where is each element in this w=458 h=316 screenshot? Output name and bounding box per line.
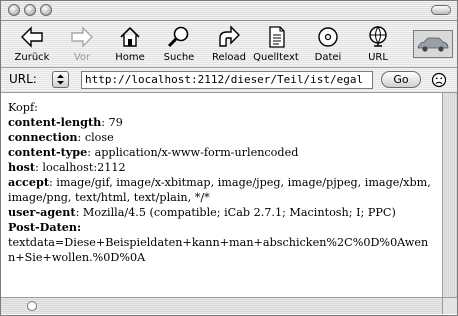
arrow-right-icon [71, 26, 93, 48]
close-window-button[interactable] [8, 4, 20, 16]
header-value: : close [77, 131, 114, 144]
go-button[interactable]: Go [381, 71, 421, 88]
url-input[interactable]: http://localhost:2112/dieser/Teil/ist/eg… [81, 71, 373, 89]
reload-icon [219, 25, 240, 47]
car-logo-icon [417, 37, 449, 52]
header-line: content-type: application/x-www-form-url… [8, 145, 434, 160]
search-button[interactable]: Suche [154, 24, 204, 66]
page-content: Kopf: content-length: 79 connection: clo… [1, 93, 442, 297]
title-bar [1, 1, 457, 21]
intro-text: Kopf: [8, 101, 38, 114]
toolbar-toggle-button[interactable] [431, 5, 451, 15]
url-button-label: URL [368, 52, 388, 63]
header-value: : image/gif, image/x-xbitmap, image/jpeg… [8, 176, 431, 204]
source-button-label: Quelltext [253, 52, 299, 63]
header-value: : Mozilla/4.5 (compatible; iCab 2.7.1; M… [75, 206, 396, 219]
browser-window: Zurück Vor Home Suche Reload Quelltext D… [0, 0, 458, 316]
header-line: accept: image/gif, image/x-xbitmap, imag… [8, 175, 434, 205]
scroll-thumb[interactable] [27, 301, 37, 311]
search-icon [167, 26, 189, 48]
source-button[interactable]: Quelltext [251, 24, 301, 66]
header-key: user-agent [8, 205, 76, 219]
horizontal-scrollbar[interactable] [1, 297, 442, 314]
header-key: connection [8, 130, 78, 144]
post-data-label: Post-Daten: [8, 220, 82, 234]
header-value: : application/x-www-form-urlencoded [87, 146, 299, 159]
resize-handle[interactable] [442, 297, 457, 314]
source-icon [269, 26, 285, 48]
updown-arrows-icon [57, 74, 64, 85]
vertical-scrollbar[interactable] [442, 93, 457, 297]
url-label: URL: [9, 72, 37, 86]
reload-button[interactable]: Reload [204, 24, 254, 66]
header-line: connection: close [8, 130, 434, 145]
back-button-label: Zurück [14, 52, 50, 63]
search-button-label: Suche [163, 52, 195, 63]
minimize-window-button[interactable] [24, 4, 36, 16]
home-button-label: Home [115, 52, 145, 63]
globe-icon [369, 26, 387, 47]
header-value: : localhost:2112 [35, 161, 126, 174]
header-key: content-type [8, 145, 88, 159]
disk-icon [318, 27, 338, 47]
header-line: host: localhost:2112 [8, 160, 434, 175]
header-line: user-agent: Mozilla/4.5 (compatible; iCa… [8, 205, 434, 220]
forward-button-label: Vor [73, 52, 91, 63]
header-value: : 79 [101, 116, 123, 129]
reload-button-label: Reload [211, 52, 247, 63]
arrow-left-icon [21, 26, 43, 48]
post-data-body: textdata=Diese+Beispieldaten+kann+man+ab… [8, 236, 429, 264]
home-button[interactable]: Home [105, 24, 155, 66]
url-button[interactable]: URL [353, 24, 403, 66]
url-bar: URL: http://localhost:2112/dieser/Teil/i… [1, 68, 457, 93]
frown-face-icon [431, 72, 447, 88]
zoom-window-button[interactable] [40, 4, 52, 16]
file-button[interactable]: Datei [303, 24, 353, 66]
header-key: host [8, 160, 36, 174]
header-key: accept [8, 175, 49, 189]
url-history-menu[interactable] [52, 71, 69, 88]
header-line: content-length: 79 [8, 115, 434, 130]
browser-logo [413, 30, 453, 58]
forward-button[interactable]: Vor [57, 24, 107, 66]
header-key: content-length [8, 115, 102, 129]
back-button[interactable]: Zurück [7, 24, 57, 66]
file-button-label: Datei [314, 52, 342, 63]
home-icon [120, 26, 140, 47]
toolbar: Zurück Vor Home Suche Reload Quelltext D… [1, 21, 457, 68]
